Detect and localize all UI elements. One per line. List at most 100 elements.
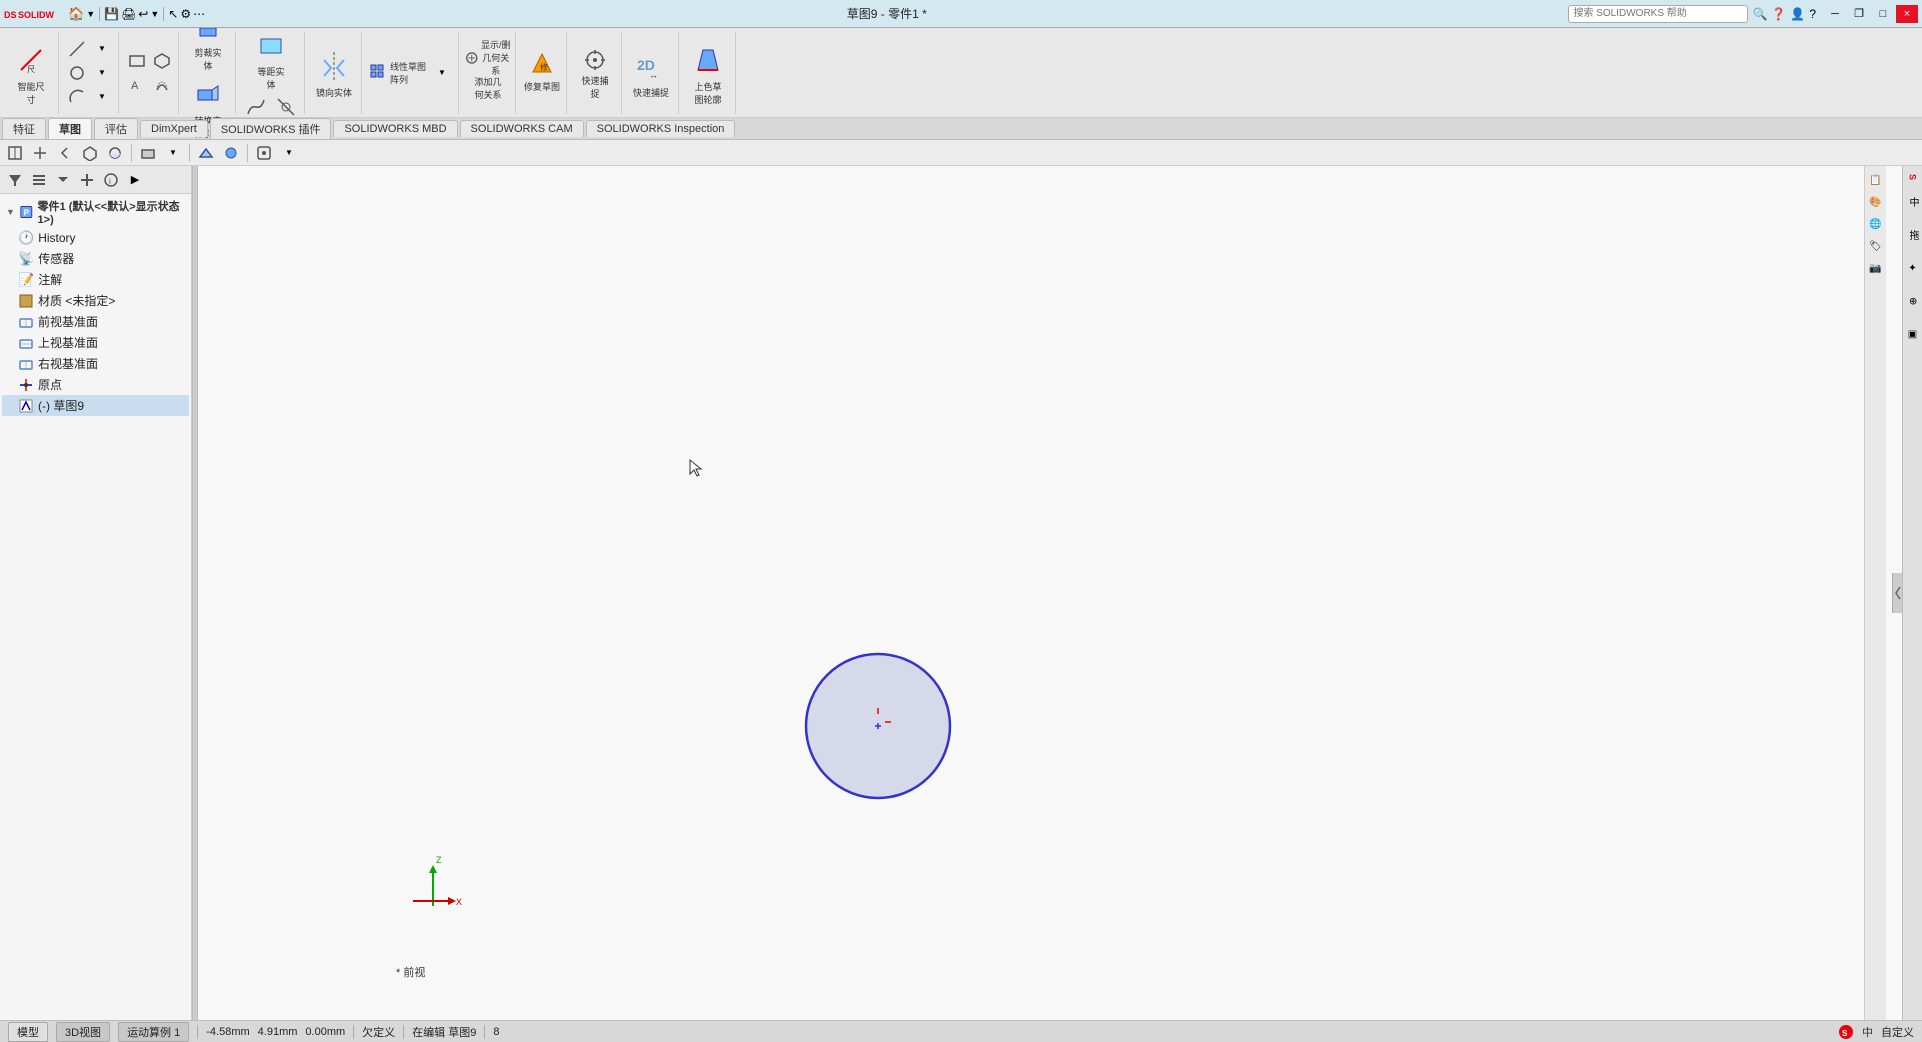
z-axis-arrow (429, 865, 437, 873)
view-palette-btn[interactable]: 📋 (1865, 170, 1887, 190)
tree-item-origin[interactable]: 原点 (2, 374, 189, 395)
instant2d-button[interactable]: 2D ↔ 快速捕捉 (628, 38, 674, 108)
line-tool[interactable] (65, 38, 89, 60)
circle-tool[interactable] (65, 62, 89, 84)
tab-dimxpert[interactable]: DimXpert (140, 120, 208, 137)
color-sketch-button[interactable]: 上色草图轮廓 (685, 38, 731, 108)
view-settings-btn[interactable] (253, 143, 275, 163)
view-prev-btn[interactable] (54, 143, 76, 163)
undo-dropdown[interactable]: ▼ (150, 9, 159, 19)
right-sb-btn4[interactable]: ⊕ (1905, 286, 1921, 316)
pattern-dropdown[interactable]: ▼ (430, 62, 454, 84)
add-item-btn[interactable] (76, 170, 98, 190)
scene-btn[interactable]: 🌐 (1865, 214, 1887, 234)
save-icon[interactable]: 💾 (104, 7, 119, 21)
repair-sketch-button[interactable]: 修 修复草图 (522, 38, 562, 108)
hide-lines-btn[interactable] (137, 143, 159, 163)
right-sb-btn3[interactable]: ✦ (1905, 253, 1921, 283)
arc-dropdown[interactable]: ▼ (90, 86, 114, 108)
list-btn[interactable] (28, 170, 50, 190)
quick-snap-button[interactable]: 快速捕捉 (573, 38, 617, 108)
tree-item-history[interactable]: 🕐 History (2, 228, 189, 248)
tab-plugins[interactable]: SOLIDWORKS 插件 (210, 118, 332, 139)
polygon-tool[interactable] (150, 50, 174, 72)
more-btn[interactable]: ▶ (124, 170, 146, 190)
search-input[interactable] (1568, 5, 1748, 23)
close-button[interactable]: × (1896, 5, 1918, 23)
right-sb-btn5[interactable]: ▣ (1905, 319, 1921, 349)
view-3d-btn[interactable] (79, 143, 101, 163)
tree-item-material[interactable]: 材质 <未指定> (2, 290, 189, 311)
circle-dropdown[interactable]: ▼ (90, 62, 114, 84)
offset-icon (153, 76, 171, 94)
tree-item-sketch9[interactable]: (-) 草图9 (2, 395, 189, 416)
search-icon[interactable]: 🔍 (1752, 7, 1767, 21)
smart-dimension-button[interactable]: 尺 智能尺寸 (8, 38, 54, 108)
section-view-btn[interactable] (29, 143, 51, 163)
print-icon[interactable]: 🖨 (121, 7, 136, 21)
rectangle-tool[interactable] (125, 50, 149, 72)
tab-evaluate[interactable]: 评估 (94, 118, 138, 139)
fillet-tool[interactable] (272, 93, 300, 121)
appearance-btn[interactable]: 🎨 (1865, 192, 1887, 212)
scenes-btn[interactable] (195, 143, 217, 163)
offset-tool[interactable] (150, 74, 174, 96)
right-sb-btn2[interactable]: 拖 (1905, 220, 1921, 250)
tree-item-right-plane[interactable]: 右视基准面 (2, 353, 189, 374)
add-relations-button[interactable]: 添加几何关系 (465, 74, 511, 102)
mirror-button[interactable]: 镜向实体 (311, 38, 357, 108)
line-dropdown[interactable]: ▼ (90, 38, 114, 60)
select-icon[interactable]: ↖ (168, 7, 178, 21)
linear-pattern-btn[interactable]: 线性草图阵列 (368, 62, 428, 84)
view-display-btn[interactable] (104, 143, 126, 163)
circle-info-btn[interactable]: i (100, 170, 122, 190)
tree-item-annotation[interactable]: 📝 注解 (2, 269, 189, 290)
maximize-button[interactable]: □ (1872, 5, 1894, 23)
panel-collapse-right[interactable] (1892, 573, 1902, 613)
viewport[interactable]: Z X * 前视 📋 🎨 🌐 🏷 📷 (198, 166, 1902, 1020)
collapse-all-btn[interactable] (52, 170, 74, 190)
add-icon (79, 172, 95, 188)
ref-geom-button[interactable]: 等距实体 (248, 25, 294, 91)
part-icon: P (19, 204, 34, 220)
dropdown-arrow[interactable]: ▼ (86, 9, 95, 19)
more-icon[interactable]: ⋯ (193, 7, 205, 21)
statusbar-tab-motion[interactable]: 运动算例 1 (118, 1022, 189, 1042)
tree-root-node[interactable]: ▼ P 零件1 (默认<<默认>显示状态 1>) (2, 196, 189, 228)
arc-tool[interactable] (65, 86, 89, 108)
home-icon[interactable]: 🏠 (68, 6, 84, 22)
tab-feature[interactable]: 特征 (2, 118, 46, 139)
view-orient-btn[interactable] (4, 143, 26, 163)
x-label: X (456, 897, 462, 907)
text-tool[interactable]: A (125, 74, 149, 96)
filter-btn[interactable] (4, 170, 26, 190)
curve-tool[interactable] (242, 93, 270, 121)
svg-text:尺: 尺 (27, 65, 35, 74)
display-dropdown[interactable]: ▼ (162, 143, 184, 163)
tab-cam[interactable]: SOLIDWORKS CAM (460, 120, 584, 137)
statusbar-tab-model[interactable]: 模型 (8, 1022, 48, 1042)
cam-btn[interactable]: 📷 (1865, 258, 1887, 278)
tree-item-sensor[interactable]: 📡 传感器 (2, 248, 189, 269)
tab-mbd[interactable]: SOLIDWORKS MBD (333, 120, 457, 137)
small-tools-row (242, 93, 300, 121)
statusbar-tab-3dview[interactable]: 3D视图 (56, 1022, 110, 1042)
minimize-button[interactable]: ─ (1824, 5, 1846, 23)
show-relations-button[interactable]: 显示/删几何关系 (465, 44, 511, 72)
help-question[interactable]: ? (1809, 7, 1816, 21)
right-sb-btn1[interactable]: 中 (1905, 187, 1921, 217)
tree-item-front-plane[interactable]: 前视基准面 (2, 311, 189, 332)
decals-btn[interactable]: 🏷 (1865, 236, 1887, 256)
restore-button[interactable]: ❐ (1848, 5, 1870, 23)
display-settings-dropdown[interactable]: ▼ (278, 143, 300, 163)
tab-inspection[interactable]: SOLIDWORKS Inspection (586, 120, 736, 137)
view-prev-icon (57, 145, 73, 161)
relations-col: 显示/删几何关系 添加几何关系 (465, 44, 511, 102)
tree-item-top-plane[interactable]: 上视基准面 (2, 332, 189, 353)
undo-icon[interactable]: ↩ (138, 7, 148, 21)
user-icon[interactable]: 👤 (1790, 7, 1805, 21)
help-icon[interactable]: ❓ (1771, 7, 1786, 21)
realview-btn[interactable] (220, 143, 242, 163)
options-icon[interactable]: ⚙ (180, 7, 191, 21)
tab-sketch[interactable]: 草图 (48, 118, 92, 139)
